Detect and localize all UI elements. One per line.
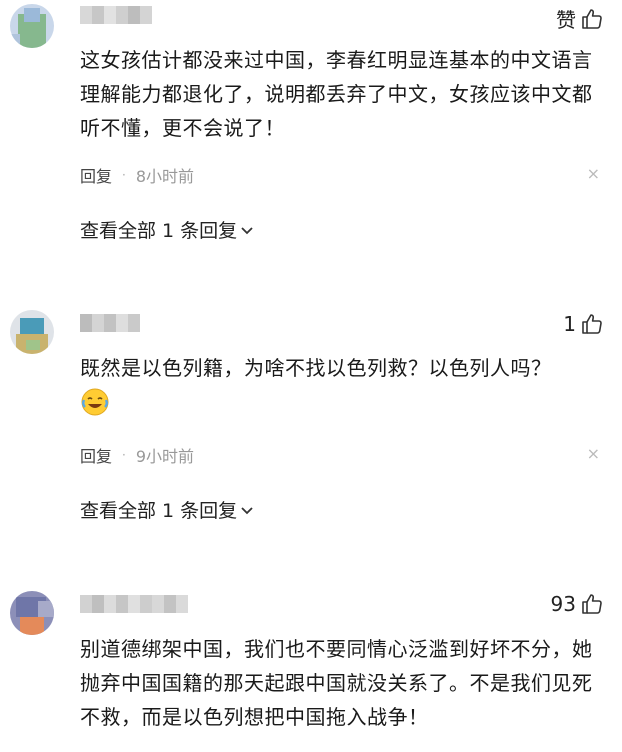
close-icon[interactable]: × (587, 444, 600, 463)
separator-dot: · (122, 448, 126, 462)
chevron-down-icon (241, 506, 253, 514)
view-all-replies-button[interactable]: 查看全部 1 条回复 (80, 496, 255, 523)
crying-laughing-emoji (81, 388, 109, 416)
comment-meta: 回复 · 9小时前 (80, 443, 194, 467)
view-all-label: 查看全部 1 条回复 (80, 220, 238, 242)
timestamp: 8小时前 (135, 167, 195, 186)
view-all-replies-button[interactable]: 查看全部 1 条回复 (80, 216, 255, 243)
timestamp: 9小时前 (135, 447, 195, 466)
like-button[interactable]: 1 (563, 312, 604, 336)
thumbs-up-icon (582, 314, 602, 334)
close-icon[interactable]: × (587, 164, 600, 183)
username-blurred[interactable] (80, 6, 152, 24)
reply-button[interactable]: 回复 (80, 443, 112, 467)
like-button[interactable]: 赞 (556, 4, 604, 33)
like-button[interactable]: 93 (551, 592, 604, 616)
comment-text: 别道德绑架中国，我们也不要同情心泛滥到好坏不分，她抛弃中国国籍的那天起跟中国就没… (80, 637, 593, 729)
reply-button[interactable]: 回复 (80, 163, 112, 187)
avatar[interactable] (10, 4, 54, 48)
separator-dot: · (122, 168, 126, 182)
comment-text: 这女孩估计都没来过中国，李春红明显连基本的中文语言理解能力都退化了，说明都丢弃了… (80, 48, 593, 140)
avatar[interactable] (10, 591, 54, 635)
like-count: 93 (550, 592, 576, 616)
username-blurred[interactable] (80, 595, 188, 613)
comment-meta: 回复 · 8小时前 (80, 163, 194, 187)
like-count: 1 (563, 312, 576, 336)
username-blurred[interactable] (80, 314, 140, 332)
like-label: 赞 (556, 8, 576, 32)
avatar[interactable] (10, 310, 54, 354)
thumbs-up-icon (582, 8, 602, 29)
chevron-down-icon (241, 226, 253, 234)
comment-text: 既然是以色列籍，为啥不找以色列救？以色列人吗？ (80, 356, 552, 380)
thumbs-up-icon (582, 594, 602, 614)
view-all-label: 查看全部 1 条回复 (80, 500, 238, 522)
